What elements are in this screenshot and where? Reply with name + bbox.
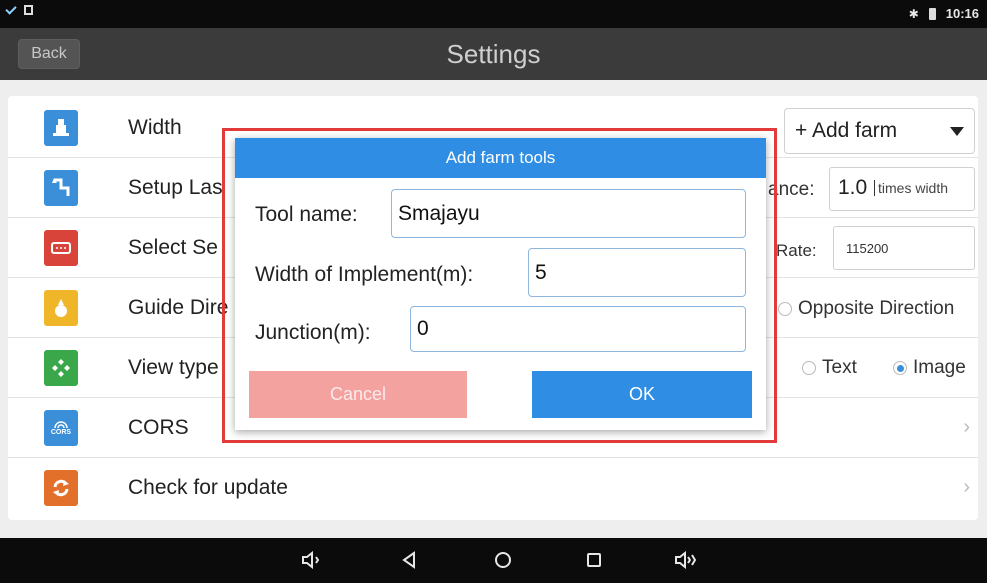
settings-label-setup: Setup Las [128, 176, 223, 199]
guide-icon [44, 290, 78, 326]
volume-up-icon[interactable] [674, 550, 698, 570]
screen: ✱ 10:16 Back Settings Width Setup Las Se… [0, 0, 987, 583]
radio-icon [778, 301, 792, 316]
distance-value: 1.0 [838, 176, 868, 199]
ok-button[interactable]: OK [532, 371, 752, 418]
bluetooth-icon: ✱ [908, 6, 919, 21]
settings-row-update[interactable]: Check for update › [8, 458, 978, 518]
tool-name-label: Tool name: [255, 203, 358, 226]
view-icon [44, 350, 78, 386]
settings-label-width: Width [128, 116, 182, 139]
radio-selected-icon [893, 360, 907, 375]
view-text-label: Text [822, 357, 857, 378]
radio-icon [802, 360, 816, 375]
tractor-icon [44, 110, 78, 146]
home-icon[interactable] [491, 550, 515, 570]
title-bar: Back Settings [0, 28, 987, 80]
status-time: 10:16 [945, 6, 979, 21]
junction-input[interactable]: 0 [410, 306, 746, 352]
junction-label: Junction(m): [255, 321, 371, 344]
recent-apps-icon[interactable] [582, 550, 606, 570]
volume-down-icon[interactable] [300, 550, 324, 570]
settings-label-cors: CORS [128, 416, 189, 439]
navigation-bar [0, 538, 987, 583]
status-bar: ✱ 10:16 [0, 0, 987, 28]
battery-icon [928, 7, 936, 20]
width-input[interactable]: 5 [528, 248, 746, 297]
settings-label-serial: Select Se [128, 236, 218, 259]
view-text-option[interactable]: Text [802, 357, 857, 379]
back-nav-icon[interactable] [397, 550, 421, 570]
sdcard-icon [24, 5, 33, 15]
distance-unit: times width [874, 180, 948, 196]
add-farm-label: + Add farm [795, 119, 898, 142]
opposite-direction-option[interactable]: Opposite Direction [778, 298, 954, 320]
baud-rate-label: Rate: [776, 241, 817, 260]
cancel-button[interactable]: Cancel [249, 371, 467, 418]
tool-name-input[interactable]: Smajayu [391, 189, 746, 238]
serial-port-icon [44, 230, 78, 266]
chevron-right-icon: › [963, 416, 970, 438]
distance-field[interactable]: 1.0 times width [829, 167, 975, 211]
add-farm-dropdown[interactable]: + Add farm [784, 108, 975, 154]
settings-label-view: View type [128, 356, 219, 379]
page-title: Settings [446, 39, 541, 69]
baud-rate-value: 115200 [846, 241, 889, 256]
width-label: Width of Implement(m): [255, 263, 474, 286]
route-icon [44, 170, 78, 206]
opposite-direction-label: Opposite Direction [798, 298, 955, 319]
view-image-label: Image [913, 357, 966, 378]
view-image-option[interactable]: Image [893, 357, 966, 379]
chevron-down-icon [950, 127, 964, 136]
settings-label-guide: Guide Dire [128, 296, 229, 319]
add-farm-tools-dialog: Add farm tools Tool name: Smajayu Width … [235, 138, 766, 430]
dialog-title: Add farm tools [235, 138, 766, 178]
baud-rate-field[interactable]: 115200 [833, 226, 975, 270]
update-icon [44, 470, 78, 506]
chevron-right-icon: › [963, 476, 970, 498]
check-icon [5, 3, 17, 15]
cors-icon: CORS [44, 410, 78, 446]
settings-label-update: Check for update [128, 476, 288, 499]
